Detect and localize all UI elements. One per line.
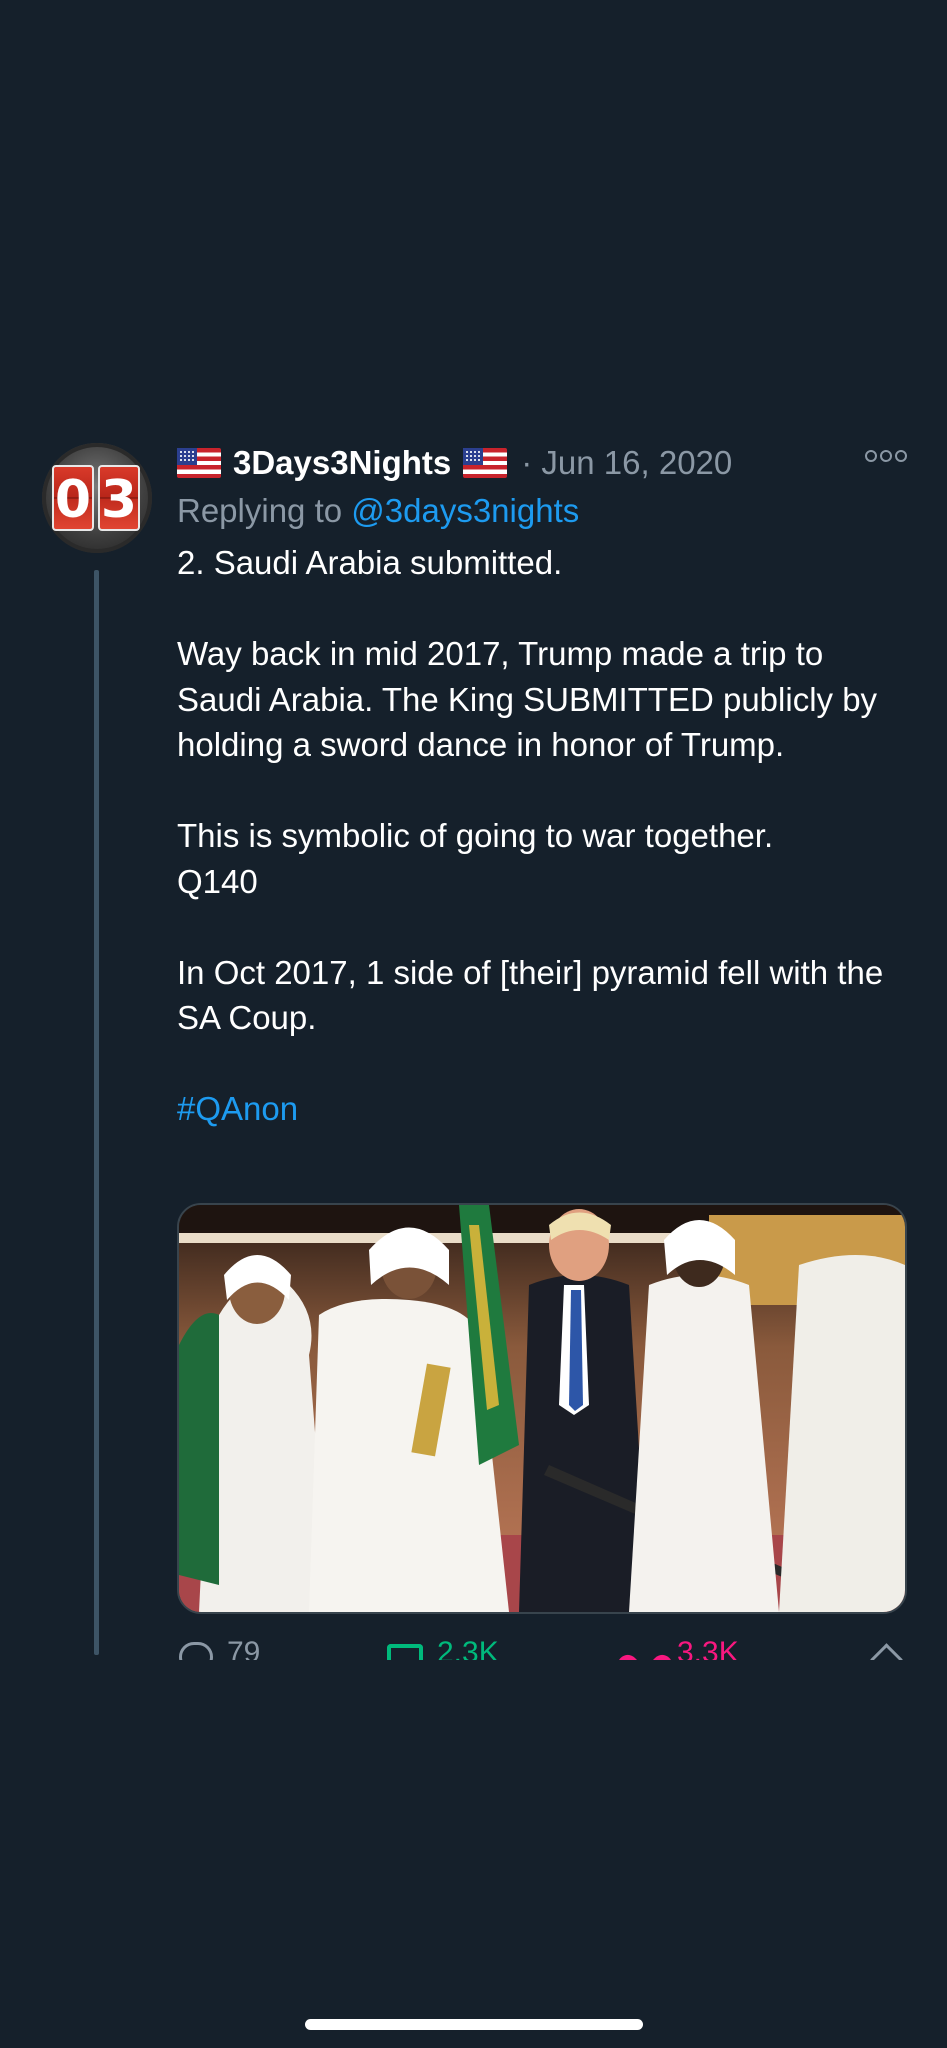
like-button[interactable]: 3.3K (627, 1636, 739, 1660)
tweet-text-line: Q140 (177, 862, 258, 900)
share-button[interactable] (867, 1636, 903, 1660)
us-flag-icon (463, 448, 508, 478)
share-icon (870, 1643, 903, 1660)
tweet-photo[interactable] (177, 1203, 907, 1614)
tweet-text-paragraph: In Oct 2017, 1 side of [their] pyramid f… (177, 953, 884, 1037)
tweet-text-line: This is symbolic of going to war togethe… (177, 817, 774, 854)
replying-prefix: Replying to (177, 492, 352, 529)
retweet-icon (387, 1644, 423, 1660)
heart-icon (627, 1642, 663, 1660)
more-dot (895, 450, 907, 462)
retweet-count: 2.3K (437, 1636, 499, 1660)
reply-icon (179, 1642, 213, 1660)
reply-count: 79 (227, 1636, 261, 1660)
like-count: 3.3K (677, 1636, 739, 1660)
retweet-button[interactable]: 2.3K (387, 1636, 499, 1660)
replying-handle-link[interactable]: @3days3nights (351, 492, 579, 529)
more-dot (865, 450, 877, 462)
avatar-digit: 3 (98, 465, 140, 531)
avatar[interactable]: 0 3 (42, 443, 152, 553)
replying-to: Replying to @3days3nights (177, 492, 579, 530)
screen: 0 3 3Days3Nights · Jun 16, 2020 Replying… (0, 0, 947, 2048)
more-options-icon[interactable] (865, 450, 907, 462)
tweet[interactable]: 0 3 3Days3Nights · Jun 16, 2020 Replying… (0, 440, 947, 1665)
home-indicator[interactable] (305, 2019, 643, 2030)
sword-dance-photo (179, 1205, 905, 1612)
thread-connector-line (94, 570, 99, 1655)
avatar-digit: 0 (52, 465, 94, 531)
tweet-actions: 79 2.3K 3.3K (177, 1636, 907, 1660)
more-dot (880, 450, 892, 462)
hashtag-link[interactable]: #QAnon (177, 1086, 907, 1132)
tweet-header: 3Days3Nights · Jun 16, 2020 (177, 440, 917, 486)
display-name[interactable]: 3Days3Nights (233, 444, 451, 482)
tweet-text-paragraph: Way back in mid 2017, Trump made a trip … (177, 635, 878, 763)
tweet-text-line: 2. Saudi Arabia submitted. (177, 544, 563, 581)
reply-button[interactable]: 79 (179, 1636, 260, 1660)
tweet-body: 2. Saudi Arabia submitted. Way back in m… (177, 540, 907, 1132)
tweet-date[interactable]: · Jun 16, 2020 (521, 444, 732, 482)
us-flag-icon (177, 448, 221, 478)
